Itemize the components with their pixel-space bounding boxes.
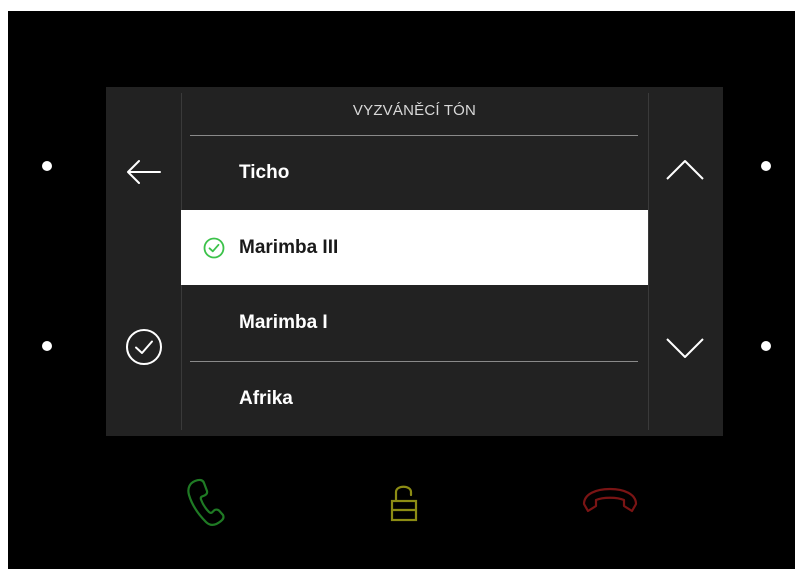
ringtone-item-marimba-iii[interactable]: Marimba III bbox=[181, 210, 648, 285]
confirm-button[interactable] bbox=[120, 323, 168, 371]
check-circle-icon bbox=[126, 329, 162, 365]
ringtone-label: Marimba I bbox=[239, 312, 328, 333]
chevron-down-icon bbox=[666, 338, 704, 358]
unlock-door-button[interactable] bbox=[384, 477, 424, 529]
check-circle-icon bbox=[203, 237, 225, 259]
left-top-indicator bbox=[42, 161, 52, 171]
left-bottom-indicator bbox=[42, 341, 52, 351]
right-bottom-indicator bbox=[761, 341, 771, 351]
back-button[interactable] bbox=[118, 149, 170, 195]
ringtone-item-afrika[interactable]: Afrika bbox=[181, 361, 648, 436]
answer-call-button[interactable] bbox=[178, 473, 228, 533]
ringtone-item-marimba-i[interactable]: Marimba I bbox=[181, 285, 648, 360]
phone-hangup-icon bbox=[582, 487, 638, 513]
ringtone-label: Marimba III bbox=[239, 237, 339, 258]
ringtone-label: Afrika bbox=[239, 388, 293, 409]
ringtone-item-ticho[interactable]: Ticho bbox=[181, 135, 648, 210]
scroll-up-button[interactable] bbox=[659, 147, 711, 193]
right-column-divider bbox=[648, 93, 649, 430]
screen-title: VYZVÁNĚCÍ TÓN bbox=[352, 102, 477, 119]
display-screen: VYZVÁNĚCÍ TÓN Ticho Marimba III Marimba … bbox=[106, 87, 723, 436]
chevron-up-icon bbox=[666, 160, 704, 180]
padlock-open-icon bbox=[390, 485, 418, 522]
scroll-down-button[interactable] bbox=[659, 325, 711, 371]
phone-answer-icon bbox=[187, 478, 225, 526]
right-top-indicator bbox=[761, 161, 771, 171]
intercom-device: VYZVÁNĚCÍ TÓN Ticho Marimba III Marimba … bbox=[8, 11, 795, 569]
arrow-left-icon bbox=[127, 160, 161, 184]
ringtone-label: Ticho bbox=[239, 162, 290, 183]
hang-up-button[interactable] bbox=[578, 481, 642, 521]
